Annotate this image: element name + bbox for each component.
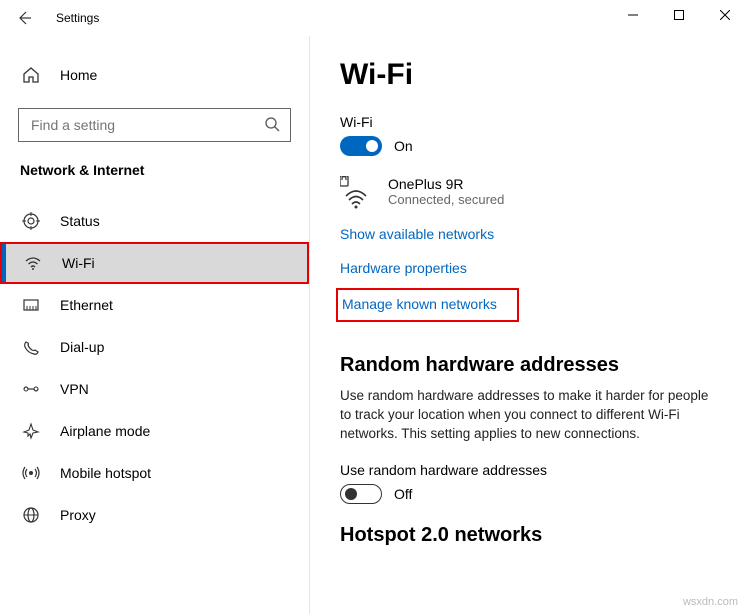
page-heading: Wi-Fi xyxy=(340,58,718,92)
network-status: Connected, secured xyxy=(388,192,504,207)
sidebar: Home Network & Internet Status Wi-Fi Eth… xyxy=(0,36,310,614)
wifi-toggle-row: On xyxy=(340,136,718,156)
airplane-icon xyxy=(20,420,42,442)
nav-label: VPN xyxy=(60,381,89,397)
close-button[interactable] xyxy=(702,0,748,30)
maximize-button[interactable] xyxy=(656,0,702,30)
current-network[interactable]: OnePlus 9R Connected, secured xyxy=(340,176,718,212)
nav-item-vpn[interactable]: VPN xyxy=(0,368,309,410)
wifi-toggle[interactable] xyxy=(340,136,382,156)
nav-item-ethernet[interactable]: Ethernet xyxy=(0,284,309,326)
search-input[interactable] xyxy=(29,116,264,134)
nav-item-status[interactable]: Status xyxy=(0,200,309,242)
nav-item-wifi[interactable]: Wi-Fi xyxy=(0,242,309,284)
minimize-button[interactable] xyxy=(610,0,656,30)
nav-label: Status xyxy=(60,213,100,229)
link-hardware-properties[interactable]: Hardware properties xyxy=(340,260,718,276)
random-hw-toggle-state: Off xyxy=(394,486,412,502)
wifi-icon xyxy=(22,252,44,274)
nav-label: Mobile hotspot xyxy=(60,465,151,481)
nav-label: Wi-Fi xyxy=(62,255,95,271)
main-panel: Wi-Fi Wi-Fi On OnePlus 9R Connected, sec… xyxy=(310,36,748,614)
link-manage-known-networks[interactable]: Manage known networks xyxy=(336,288,519,322)
nav-list: Status Wi-Fi Ethernet Dial-up VPN Airpla… xyxy=(0,200,309,536)
home-nav[interactable]: Home xyxy=(0,54,309,96)
ethernet-icon xyxy=(20,294,42,316)
random-hw-toggle-row: Off xyxy=(340,484,718,504)
home-icon xyxy=(20,64,42,86)
nav-label: Proxy xyxy=(60,507,96,523)
hotspot-heading: Hotspot 2.0 networks xyxy=(340,524,718,547)
back-button[interactable] xyxy=(10,4,38,32)
watermark: wsxdn.com xyxy=(683,596,738,608)
arrow-left-icon xyxy=(16,10,32,26)
nav-label: Dial-up xyxy=(60,339,104,355)
secured-wifi-icon xyxy=(340,176,372,212)
nav-item-dialup[interactable]: Dial-up xyxy=(0,326,309,368)
wifi-toggle-state: On xyxy=(394,138,413,154)
nav-label: Ethernet xyxy=(60,297,113,313)
hotspot-icon xyxy=(20,462,42,484)
link-show-available[interactable]: Show available networks xyxy=(340,226,718,242)
window-controls xyxy=(610,0,748,30)
window-title: Settings xyxy=(56,11,99,25)
random-hw-body: Use random hardware addresses to make it… xyxy=(340,387,718,444)
nav-item-airplane[interactable]: Airplane mode xyxy=(0,410,309,452)
random-hw-toggle[interactable] xyxy=(340,484,382,504)
nav-item-proxy[interactable]: Proxy xyxy=(0,494,309,536)
status-icon xyxy=(20,210,42,232)
home-label: Home xyxy=(60,67,97,83)
random-hw-heading: Random hardware addresses xyxy=(340,354,718,377)
section-title: Network & Internet xyxy=(0,156,309,192)
random-hw-toggle-label: Use random hardware addresses xyxy=(340,462,718,478)
vpn-icon xyxy=(20,378,42,400)
proxy-icon xyxy=(20,504,42,526)
dialup-icon xyxy=(20,336,42,358)
search-icon xyxy=(264,116,280,135)
wifi-label: Wi-Fi xyxy=(340,114,718,130)
nav-item-hotspot[interactable]: Mobile hotspot xyxy=(0,452,309,494)
network-name: OnePlus 9R xyxy=(388,176,504,192)
search-box[interactable] xyxy=(18,108,291,142)
nav-label: Airplane mode xyxy=(60,423,150,439)
